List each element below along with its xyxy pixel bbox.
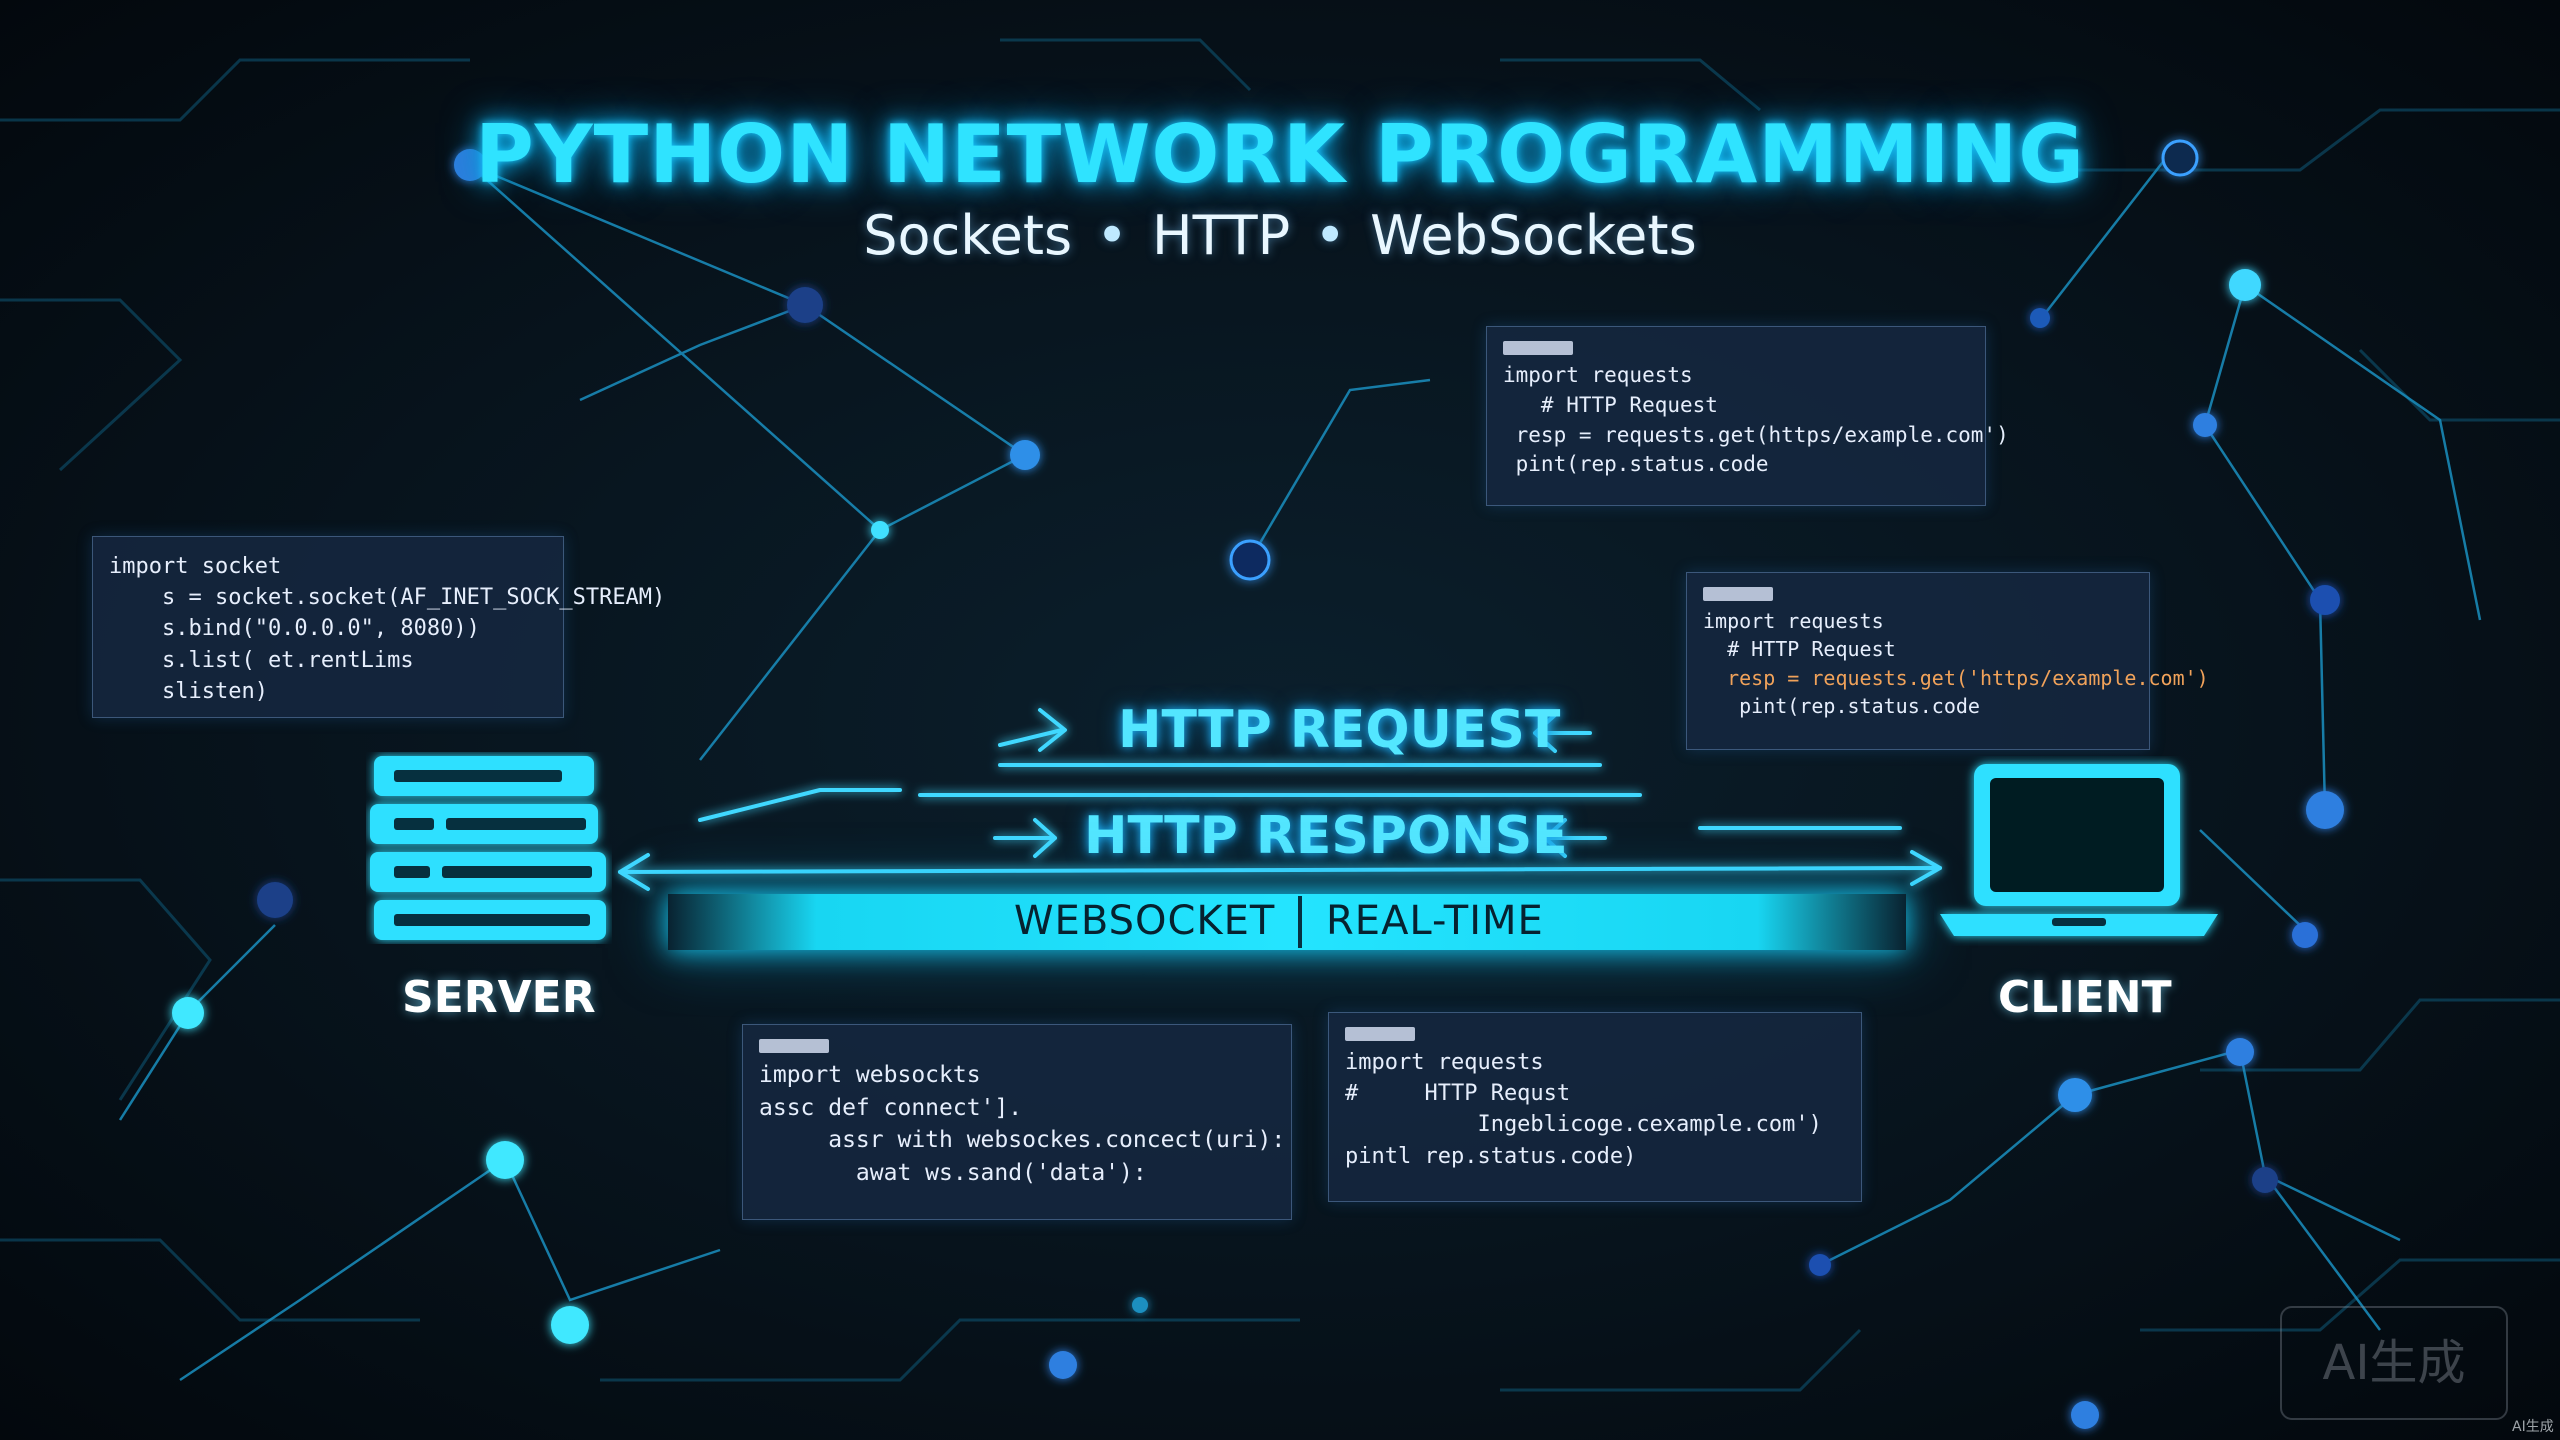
websocket-bar: [668, 894, 1906, 950]
response-arrow-left: [993, 818, 1057, 858]
request-arrow-left: [998, 708, 1067, 752]
http-response-label: HTTP RESPONSE: [1084, 806, 1568, 866]
realtime-label: REAL-TIME: [1326, 898, 1544, 944]
client-label: CLIENT: [1998, 972, 2172, 1023]
websocket-label: WEBSOCKET: [1014, 898, 1276, 944]
websocket-bar-divider: [1298, 896, 1302, 948]
laptop-icon: [1940, 764, 2218, 936]
corner-ai-mark: AI生成: [2512, 1419, 2554, 1435]
server-icon: [370, 756, 606, 940]
ai-generated-watermark: AI生成: [2280, 1306, 2508, 1420]
server-label: SERVER: [402, 972, 596, 1023]
http-request-label: HTTP REQUEST: [1118, 700, 1561, 760]
